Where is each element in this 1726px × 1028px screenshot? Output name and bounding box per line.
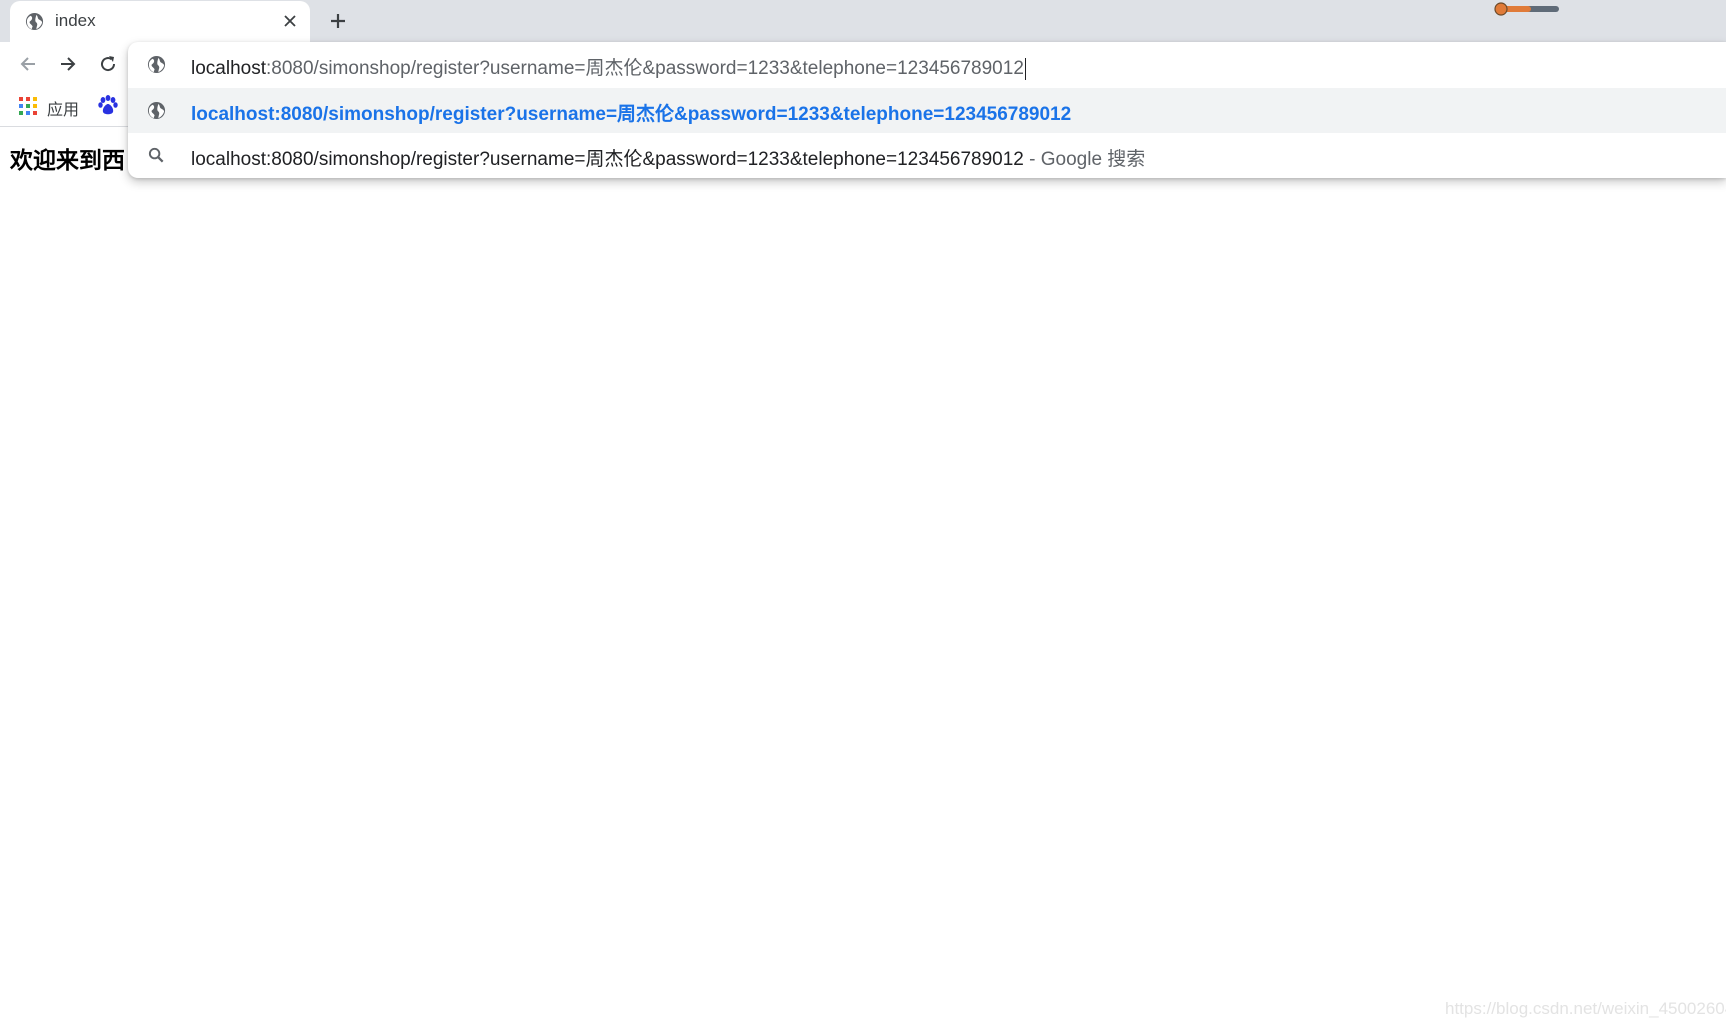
apps-grid-icon[interactable] (18, 96, 38, 116)
url-text[interactable]: localhost:8080/simonshop/register?userna… (191, 53, 1026, 80)
plus-icon[interactable] (326, 9, 350, 33)
text-caret (1024, 57, 1026, 80)
suggestion-url[interactable]: localhost:8080/simonshop/register?userna… (128, 88, 1726, 133)
globe-icon (25, 12, 44, 31)
url-host: localhost (191, 58, 266, 79)
suggestion-url-text: localhost:8080/simonshop/register?userna… (191, 104, 1072, 125)
suggestion-search-suffix: - Google 搜索 (1023, 149, 1146, 170)
url-rest: :8080/simonshop/register?username=周杰伦&pa… (266, 58, 1024, 79)
suggestion-search[interactable]: localhost:8080/simonshop/register?userna… (128, 133, 1726, 178)
address-bar[interactable]: localhost:8080/simonshop/register?userna… (128, 42, 1726, 87)
close-icon[interactable] (280, 11, 300, 31)
forward-arrow-icon[interactable] (55, 51, 81, 77)
search-icon (147, 146, 166, 165)
globe-icon (147, 101, 166, 120)
slider-indicator-icon (1493, 2, 1563, 16)
watermark: https://blog.csdn.net/weixin_45002604 (1445, 999, 1726, 1018)
omnibox-dropdown: localhost:8080/simonshop/register?userna… (128, 42, 1726, 178)
page-heading: 欢迎来到西 (10, 147, 125, 173)
suggestion-search-text: localhost:8080/simonshop/register?userna… (191, 144, 1145, 171)
browser-tab[interactable]: index (10, 1, 310, 42)
globe-icon (147, 55, 166, 74)
baidu-paw-icon[interactable] (97, 94, 119, 116)
tab-title: index (55, 11, 96, 30)
bookmark-apps-label[interactable]: 应用 (47, 96, 79, 120)
suggestion-search-query: localhost:8080/simonshop/register?userna… (191, 149, 1024, 170)
back-arrow-icon[interactable] (15, 51, 41, 77)
reload-icon[interactable] (95, 51, 121, 77)
